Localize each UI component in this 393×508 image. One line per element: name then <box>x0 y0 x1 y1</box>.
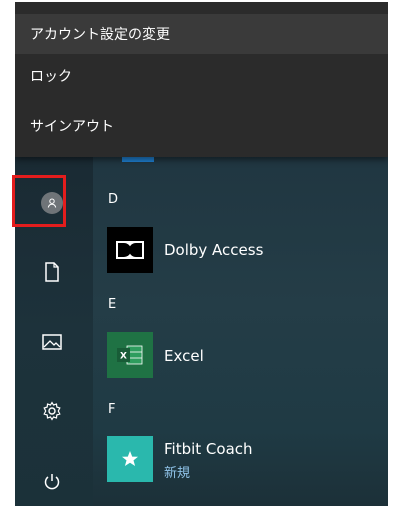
pictures-button[interactable] <box>37 327 67 357</box>
app-name: Excel <box>164 347 204 365</box>
power-button[interactable] <box>37 467 67 497</box>
change-account-settings-item[interactable]: アカウント設定の変更 <box>15 14 388 54</box>
dolby-tile <box>107 227 153 273</box>
lock-item[interactable]: ロック <box>15 56 388 96</box>
app-name: Fitbit Coach <box>164 440 253 458</box>
settings-gear-icon <box>43 401 61 421</box>
power-icon <box>44 474 60 490</box>
svg-text:X: X <box>120 352 127 362</box>
documents-button[interactable] <box>37 257 67 287</box>
start-menu: D Dolby Access E X Excel F Fitbit Coach … <box>15 2 388 506</box>
document-icon <box>45 262 59 282</box>
pictures-icon <box>42 334 62 350</box>
fitbit-star-icon <box>122 451 138 466</box>
excel-tile: X <box>107 332 153 378</box>
account-context-menu: アカウント設定の変更 ロック サインアウト <box>15 2 388 157</box>
sign-out-item[interactable]: サインアウト <box>15 106 388 146</box>
excel-icon: X <box>117 345 143 365</box>
account-button[interactable] <box>37 188 67 218</box>
group-header-e[interactable]: E <box>108 297 116 312</box>
settings-button[interactable] <box>37 396 67 426</box>
fitbit-tile <box>107 436 153 482</box>
dolby-icon <box>116 241 144 259</box>
start-menu-rail <box>15 155 93 506</box>
group-header-f[interactable]: F <box>108 402 115 417</box>
new-badge: 新規 <box>164 466 191 481</box>
group-header-d[interactable]: D <box>108 192 118 207</box>
app-name: Dolby Access <box>164 241 264 259</box>
user-avatar-icon <box>41 192 63 214</box>
